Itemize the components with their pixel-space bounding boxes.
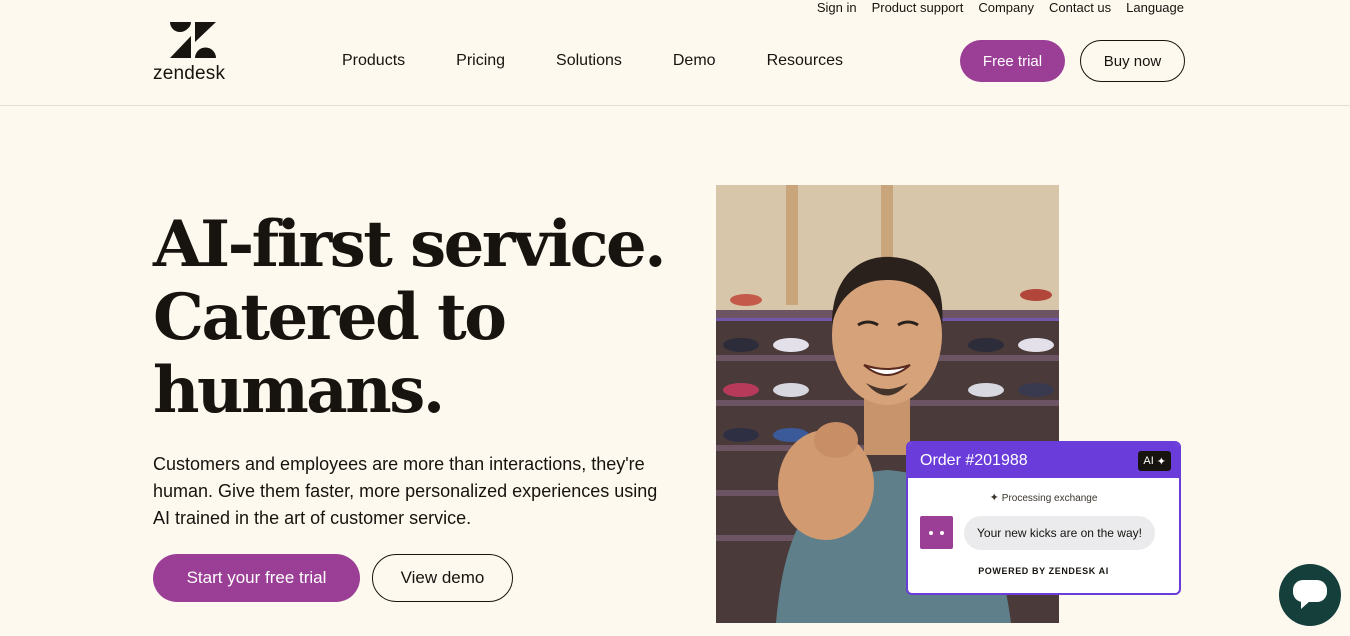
powered-by-label: POWERED BY ZENDESK AI: [978, 566, 1109, 576]
logo-wordmark: zendesk: [153, 63, 226, 84]
buy-now-button[interactable]: Buy now: [1080, 40, 1185, 82]
language-link[interactable]: Language: [1126, 0, 1184, 18]
contact-us-link[interactable]: Contact us: [1049, 0, 1111, 18]
sparkle-icon: ✦: [1156, 455, 1166, 468]
company-link[interactable]: Company: [978, 0, 1034, 18]
nav-resources[interactable]: Resources: [767, 51, 843, 71]
ai-badge: AI ✦: [1138, 451, 1171, 471]
start-free-trial-button[interactable]: Start your free trial: [153, 554, 360, 602]
hero-heading: AI-first service. Catered to humans.: [153, 208, 673, 427]
utility-nav: Sign in Product support Company Contact …: [817, 0, 1184, 18]
hero-heading-line: humans.: [153, 353, 445, 428]
zendesk-logo-icon: [170, 22, 216, 58]
site-header: Sign in Product support Company Contact …: [0, 0, 1350, 106]
sparkle-icon: ✦: [989, 492, 999, 504]
view-demo-button[interactable]: View demo: [372, 554, 513, 602]
nav-pricing[interactable]: Pricing: [456, 51, 505, 71]
hero-subheading: Customers and employees are more than in…: [153, 454, 658, 528]
order-title: Order #201988: [920, 451, 1028, 469]
nav-solutions[interactable]: Solutions: [556, 51, 622, 71]
order-card: Order #201988 AI ✦ ✦ Processing exchange …: [906, 441, 1181, 595]
free-trial-button[interactable]: Free trial: [960, 40, 1065, 82]
nav-demo[interactable]: Demo: [673, 51, 716, 71]
processing-status: ✦ Processing exchange: [908, 491, 1179, 504]
nav-products[interactable]: Products: [342, 51, 405, 71]
product-support-link[interactable]: Product support: [872, 0, 964, 18]
hero-heading-line: Catered to: [153, 280, 507, 355]
chat-bubble-icon: [1293, 580, 1327, 609]
chat-launcher-button[interactable]: [1279, 564, 1341, 626]
processing-status-text: Processing exchange: [1001, 493, 1098, 504]
chat-message-bubble: Your new kicks are on the way!: [964, 516, 1155, 550]
ai-badge-label: AI: [1143, 455, 1154, 467]
zendesk-logo[interactable]: zendesk: [153, 22, 237, 84]
main-nav: Products Pricing Solutions Demo Resource…: [342, 51, 894, 71]
hero-heading-line: AI-first service.: [153, 207, 667, 282]
sign-in-link[interactable]: Sign in: [817, 0, 857, 18]
bot-avatar: [920, 516, 953, 549]
